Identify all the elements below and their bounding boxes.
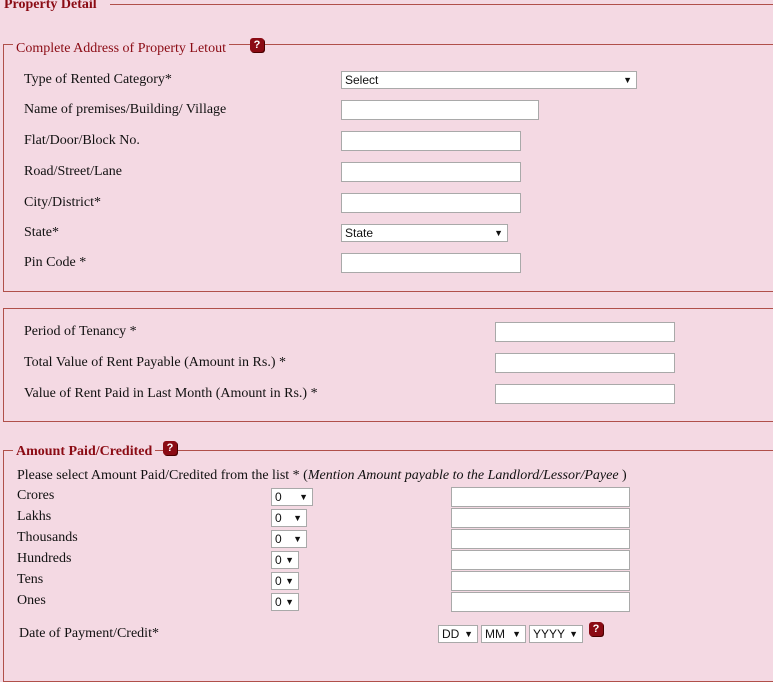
premises-input[interactable] (341, 100, 539, 120)
date-day-select[interactable]: DD ▼ (438, 625, 478, 643)
city-input[interactable] (341, 193, 521, 213)
chevron-down-icon: ▼ (464, 629, 473, 639)
pin-input[interactable] (341, 253, 521, 273)
property-detail-rule (110, 4, 773, 5)
date-month-select[interactable]: MM ▼ (481, 625, 526, 643)
instruction-suffix: ) (618, 468, 627, 483)
tens-select[interactable]: 0 ▼ (271, 572, 299, 590)
chevron-down-icon: ▼ (293, 513, 302, 523)
lakhs-input[interactable] (451, 508, 630, 528)
crores-select-value: 0 (275, 490, 282, 504)
state-select[interactable]: State ▼ (341, 224, 508, 242)
help-icon[interactable]: ? (163, 441, 177, 455)
date-day-value: DD (442, 627, 460, 641)
chevron-down-icon: ▼ (299, 492, 308, 502)
lakhs-select-value: 0 (275, 511, 282, 525)
thousands-label: Thousands (17, 530, 78, 545)
flat-label: Flat/Door/Block No. (24, 133, 140, 148)
tens-select-value: 0 (275, 574, 282, 588)
hundreds-input[interactable] (451, 550, 630, 570)
hundreds-label: Hundreds (17, 551, 72, 566)
premises-label: Name of premises/Building/ Village (24, 102, 227, 117)
state-value: State (345, 226, 374, 240)
amount-legend: Amount Paid/Credited (13, 444, 156, 460)
amount-instruction: Please select Amount Paid/Credited from … (17, 468, 627, 484)
flat-input[interactable] (341, 131, 521, 151)
total-rent-input[interactable] (495, 353, 675, 373)
thousands-select-value: 0 (275, 532, 282, 546)
city-label: City/District* (24, 195, 101, 210)
chevron-down-icon: ▼ (512, 629, 521, 639)
last-month-rent-label: Value of Rent Paid in Last Month (Amount… (24, 386, 318, 401)
state-label: State* (24, 225, 59, 240)
lakhs-select[interactable]: 0 ▼ (271, 509, 307, 527)
road-label: Road/Street/Lane (24, 164, 122, 179)
chevron-down-icon: ▼ (293, 534, 302, 544)
chevron-down-icon: ▼ (285, 576, 294, 586)
instruction-italic: Mention Amount payable to the Landlord/L… (307, 468, 619, 483)
hundreds-select[interactable]: 0 ▼ (271, 551, 299, 569)
chevron-down-icon: ▼ (285, 597, 294, 607)
tenancy-period-label: Period of Tenancy * (24, 324, 137, 339)
chevron-down-icon: ▼ (569, 629, 578, 639)
payment-date-label: Date of Payment/Credit* (19, 626, 159, 641)
help-icon[interactable]: ? (250, 38, 264, 52)
lakhs-label: Lakhs (17, 509, 52, 524)
tens-input[interactable] (451, 571, 630, 591)
address-legend: Complete Address of Property Letout (13, 41, 229, 57)
rented-category-value: Select (345, 73, 379, 87)
rented-category-select[interactable]: Select ▼ (341, 71, 637, 89)
crores-label: Crores (17, 488, 55, 503)
chevron-down-icon: ▼ (494, 228, 503, 238)
last-month-rent-input[interactable] (495, 384, 675, 404)
total-rent-label: Total Value of Rent Payable (Amount in R… (24, 355, 287, 370)
thousands-select[interactable]: 0 ▼ (271, 530, 307, 548)
date-month-value: MM (485, 627, 505, 641)
crores-select[interactable]: 0 ▼ (271, 488, 313, 506)
ones-select-value: 0 (275, 595, 282, 609)
road-input[interactable] (341, 162, 521, 182)
help-icon[interactable]: ? (589, 622, 603, 636)
rented-category-label: Type of Rented Category* (24, 72, 172, 87)
ones-input[interactable] (451, 592, 630, 612)
pin-label: Pin Code * (24, 255, 87, 270)
page-title: Property Detail (4, 0, 97, 13)
date-year-select[interactable]: YYYY ▼ (529, 625, 583, 643)
crores-input[interactable] (451, 487, 630, 507)
amount-fieldset (3, 450, 773, 682)
ones-label: Ones (17, 593, 46, 608)
ones-select[interactable]: 0 ▼ (271, 593, 299, 611)
instruction-prefix: Please select Amount Paid/Credited from … (17, 468, 308, 483)
hundreds-select-value: 0 (275, 553, 282, 567)
date-year-value: YYYY (533, 627, 566, 641)
chevron-down-icon: ▼ (623, 75, 632, 85)
tenancy-period-input[interactable] (495, 322, 675, 342)
thousands-input[interactable] (451, 529, 630, 549)
chevron-down-icon: ▼ (285, 555, 294, 565)
tens-label: Tens (17, 572, 44, 587)
